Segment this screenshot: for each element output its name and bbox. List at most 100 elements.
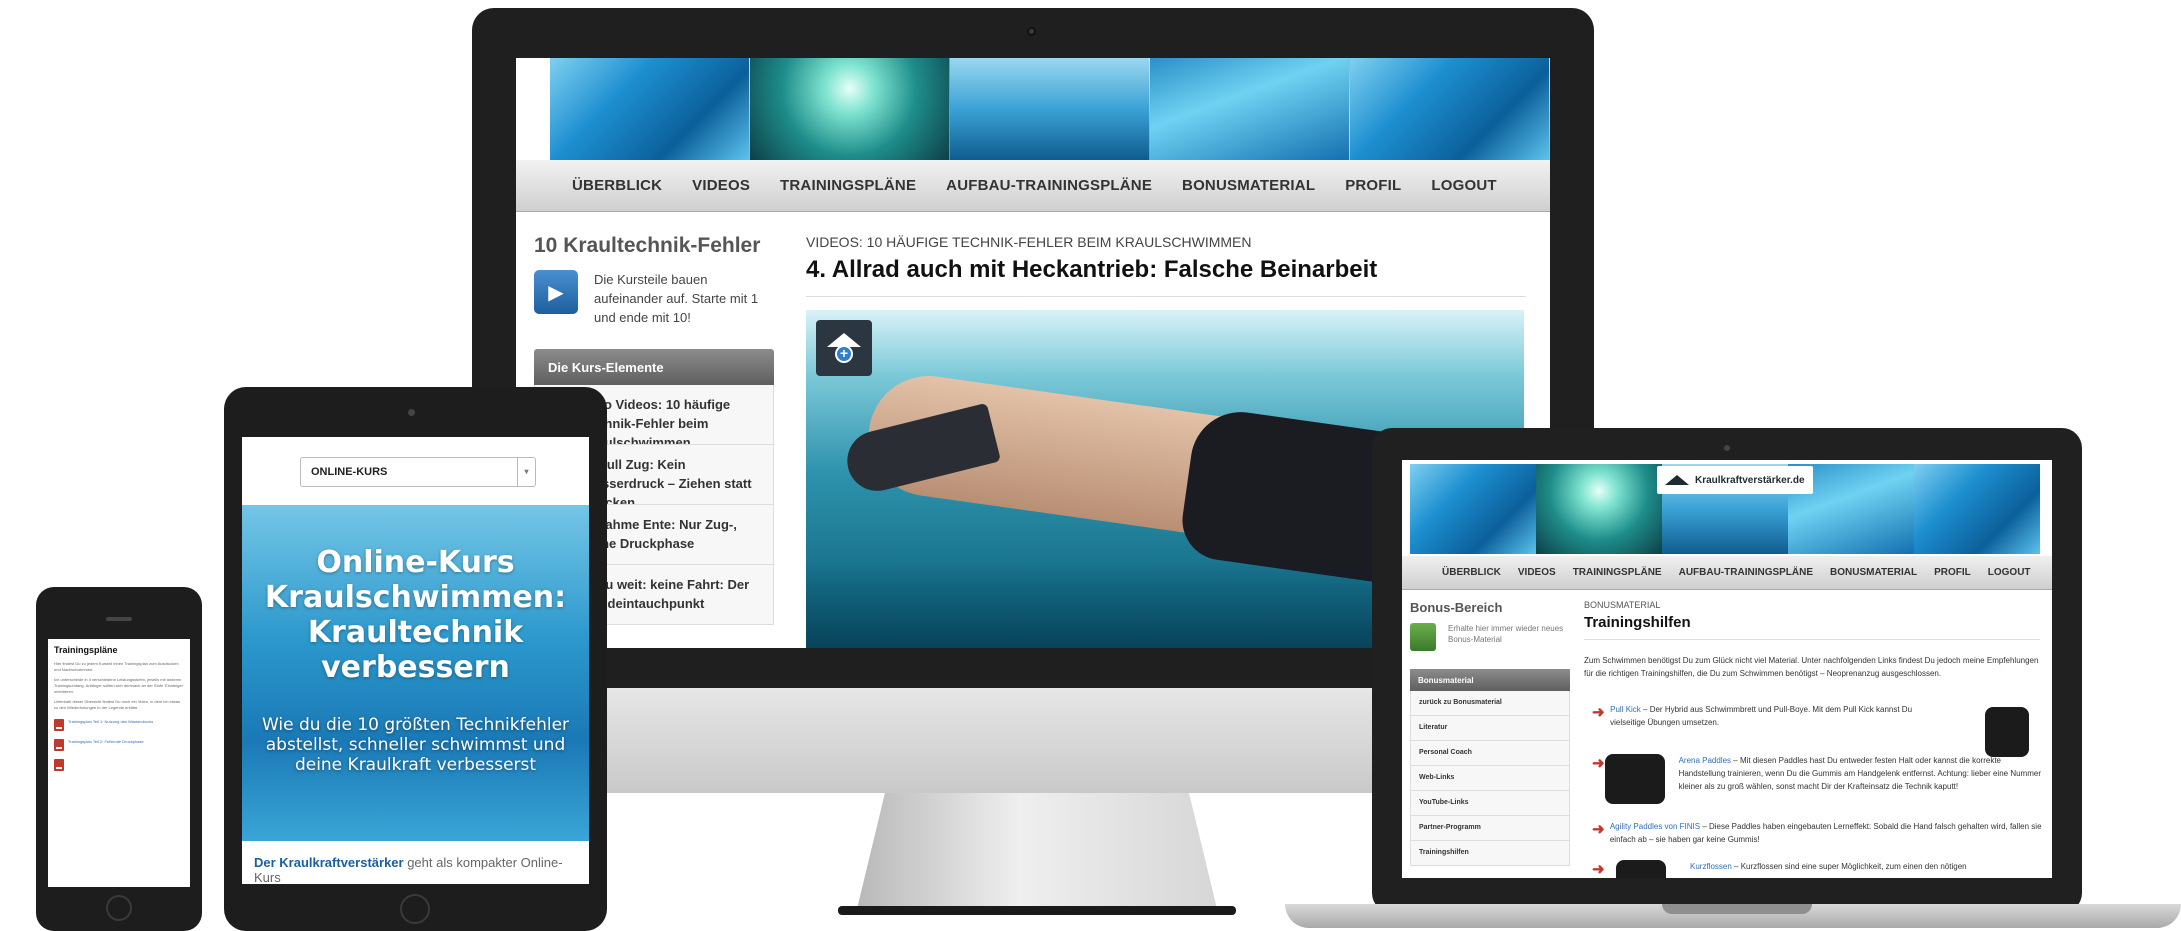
arrow-right-icon: ➜ (1592, 704, 1605, 721)
page-title: 4. Allrad auch mit Heckantrieb: Falsche … (806, 256, 1526, 297)
nav-item-ueberblick[interactable]: ÜBERBLICK (572, 177, 662, 194)
ipad-frame: ONLINE-KURS ▾ Online-Kurs Kraulschwimmen… (224, 387, 607, 931)
panel-item[interactable]: Trainingshilfen (1410, 841, 1570, 866)
ipad-home-button (400, 894, 430, 924)
iphone-home-button (106, 895, 132, 921)
nav-item-profil[interactable]: PROFIL (1934, 567, 1971, 578)
iphone-screen: Trainingspläne Hier findest Du zu jedem … (48, 639, 190, 887)
panel-title: Die Kurs-Elemente (534, 349, 774, 385)
nav-item-videos[interactable]: VIDEOS (1518, 567, 1556, 578)
hero-title: Online-Kurs Kraulschwimmen: Kraultechnik… (264, 545, 567, 685)
main-nav: ÜBERBLICK VIDEOS TRAININGSPLÄNE AUFBAU-T… (1402, 556, 2052, 590)
nav-item-logout[interactable]: LOGOUT (1431, 177, 1496, 194)
body-text: Unterhalb dieser Übersicht findest Du no… (54, 699, 180, 710)
gear-link[interactable]: Kurzflossen (1690, 862, 1732, 871)
ipad-camera (408, 409, 415, 416)
sidebar: Bonus-Bereich Erhalte hier immer wieder … (1410, 600, 1570, 866)
ipad-screen: ONLINE-KURS ▾ Online-Kurs Kraulschwimmen… (242, 437, 589, 884)
panel-item[interactable]: YouTube-Links (1410, 791, 1570, 816)
menu-select-value: ONLINE-KURS (311, 466, 388, 478)
header-photo (1350, 58, 1550, 160)
gear-item: ➜ Arena Paddles – Mit diesen Paddles has… (1592, 754, 2044, 804)
gear-item: ➜ Pull Kick – Der Hybrid aus Schwimmbret… (1592, 703, 1922, 729)
nav-item-bonusmaterial[interactable]: BONUSMATERIAL (1830, 567, 1917, 578)
nav-item-aufbau-trainingsplaene[interactable]: AUFBAU-TRAININGSPLÄNE (1679, 567, 1813, 578)
panel-title: Bonusmaterial (1410, 669, 1570, 691)
pull-kick-image (1985, 707, 2029, 757)
main-nav: ÜBERBLICK VIDEOS TRAININGSPLÄNE AUFBAU-T… (516, 160, 1550, 212)
macbook-screen: Kraulkraftverstärker.de ÜBERBLICK VIDEOS… (1402, 460, 2052, 878)
breadcrumb: VIDEOS: 10 HÄUFIGE TECHNIK-FEHLER BEIM K… (806, 234, 1252, 250)
intro-text-bold: Der Kraulkraftverstärker (254, 855, 404, 870)
hero-banner: Online-Kurs Kraulschwimmen: Kraultechnik… (242, 505, 589, 841)
sidebar-title: Bonus-Bereich (1410, 600, 1503, 615)
macbook-camera (1724, 445, 1730, 451)
menu-select[interactable]: ONLINE-KURS ▾ (300, 457, 536, 487)
iphone-speaker (106, 617, 132, 621)
panel-item[interactable]: Web-Links (1410, 766, 1570, 791)
breadcrumb: BONUSMATERIAL (1584, 600, 1661, 610)
nav-item-logout[interactable]: LOGOUT (1988, 567, 2031, 578)
gear-item: ➜ Agility Paddles von FINIS – Diese Padd… (1592, 820, 2044, 846)
sidebar-intro: Erhalte hier immer wieder neues Bonus-Ma… (1410, 623, 1570, 651)
gear-link[interactable]: Pull Kick (1610, 705, 1641, 714)
imac-stand (856, 793, 1218, 913)
arrow-right-icon: ➜ (1592, 821, 1605, 838)
macbook-frame: Kraulkraftverstärker.de ÜBERBLICK VIDEOS… (1372, 428, 2082, 913)
paddles-image (1604, 754, 1665, 804)
pdf-icon (54, 719, 64, 731)
pdf-link[interactable]: Trainingsplan Teil 2: Fehlende Druckphas… (68, 739, 144, 745)
house-icon (1665, 475, 1689, 485)
imac-camera (1027, 27, 1036, 36)
header-photo (550, 58, 750, 160)
macbook-notch (1662, 904, 1812, 914)
gear-text: – Mit diesen Paddles hast Du entweder fe… (1678, 756, 2041, 791)
page-title: Trainingspläne (54, 645, 118, 655)
panel-item[interactable]: zurück zu Bonusmaterial (1410, 691, 1570, 716)
pdf-link[interactable]: Trainingsplan Teil 1: Nutzung des Wasser… (68, 719, 153, 725)
nav-item-videos[interactable]: VIDEOS (692, 177, 750, 194)
pdf-download[interactable] (54, 759, 184, 771)
pdf-icon (54, 739, 64, 751)
imac-base (838, 906, 1236, 915)
gift-box-icon (1410, 623, 1436, 651)
nav-item-trainingsplaene[interactable]: TRAININGSPLÄNE (1573, 567, 1662, 578)
pdf-icon (54, 759, 64, 771)
arrow-right-icon: ➜ (1592, 861, 1605, 878)
panel-item[interactable]: Partner-Programm (1410, 816, 1570, 841)
nav-item-ueberblick[interactable]: ÜBERBLICK (1442, 567, 1501, 578)
site-logo[interactable]: Kraulkraftverstärker.de (1657, 466, 1813, 494)
arrow-right-icon: ➜ (1592, 755, 1605, 772)
pdf-download[interactable]: Trainingsplan Teil 1: Nutzung des Wasser… (54, 719, 184, 731)
main-content: VIDEOS: 10 HÄUFIGE TECHNIK-FEHLER BEIM K… (806, 234, 1526, 297)
pdf-download[interactable]: Trainingsplan Teil 2: Fehlende Druckphas… (54, 739, 184, 751)
gear-item: ➜ Kurzflossen – Kurzflossen sind eine su… (1592, 860, 2044, 878)
hero-subtitle: Wie du die 10 größten Technikfehler abst… (261, 715, 570, 775)
gear-text: – Der Hybrid aus Schwimmbrett und Pull-B… (1610, 705, 1913, 727)
panel-item[interactable]: Personal Coach (1410, 741, 1570, 766)
gear-link[interactable]: Agility Paddles von FINIS (1610, 822, 1700, 831)
panel-item[interactable]: Literatur (1410, 716, 1570, 741)
header-photo (1536, 464, 1662, 554)
sidebar-intro: ▶ Die Kursteile bauen aufeinander auf. S… (534, 270, 774, 327)
gear-link[interactable]: Arena Paddles (1679, 756, 1731, 765)
sidebar-title: 10 Kraultechnik-Fehler (534, 234, 761, 257)
brand-logo-icon: + (816, 320, 872, 376)
gear-text: – Kurzflossen sind eine super Möglichkei… (1731, 862, 1967, 871)
lead-text: Zum Schwimmen benötigst Du zum Glück nic… (1584, 656, 2039, 678)
nav-item-profil[interactable]: PROFIL (1345, 177, 1401, 194)
fins-image (1616, 860, 1666, 878)
nav-item-aufbau-trainingsplaene[interactable]: AUFBAU-TRAININGSPLÄNE (946, 177, 1152, 194)
body-text: Ich unterscheide in 4 verschiedene Leist… (54, 677, 184, 694)
nav-item-trainingsplaene[interactable]: TRAININGSPLÄNE (780, 177, 916, 194)
intro-text: Der Kraulkraftverstärker geht als kompak… (254, 855, 584, 884)
header-photo (1914, 464, 2040, 554)
nav-item-bonusmaterial[interactable]: BONUSMATERIAL (1182, 177, 1315, 194)
chevron-down-icon[interactable]: ▾ (517, 458, 535, 486)
header-photo (1150, 58, 1350, 160)
site-logo-text: Kraulkraftverstärker.de (1695, 474, 1805, 486)
sidebar-intro-text: Erhalte hier immer wieder neues Bonus-Ma… (1448, 624, 1564, 644)
body-text: Hier findest Du zu jedem Kursteil einen … (54, 661, 179, 672)
sidebar-intro-text: Die Kursteile bauen aufeinander auf. Sta… (594, 272, 759, 325)
video-camera-icon: ▶ (534, 270, 578, 314)
